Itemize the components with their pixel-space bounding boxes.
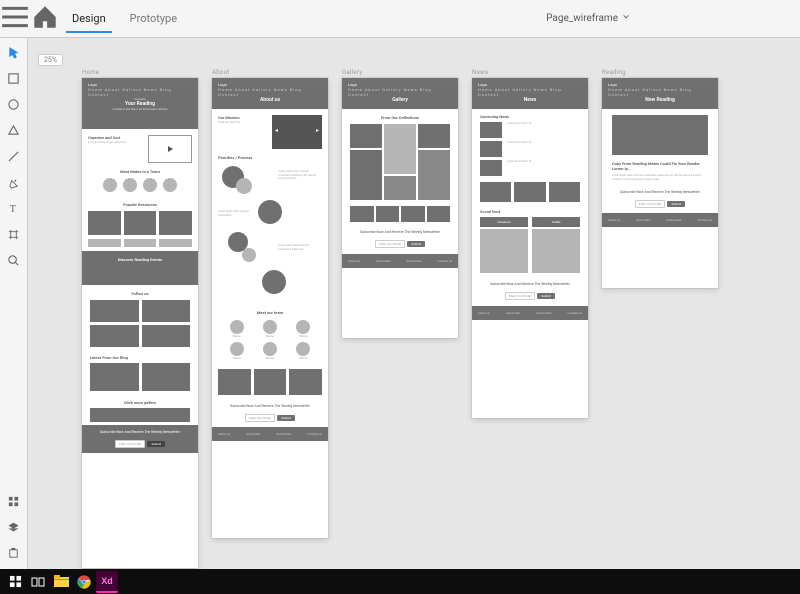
wf-article-image [612, 115, 708, 155]
wf-masonry [342, 120, 458, 204]
wf-subscribe: Subscribe Now And Receive The Weekly New… [82, 425, 198, 453]
select-tool-icon[interactable] [6, 44, 22, 60]
artboard-label: Gallery [342, 69, 362, 76]
artboard-home[interactable]: Home LogoHome About Gallery News Blog Co… [82, 78, 198, 568]
wf-email-input: Enter Your Email [115, 440, 145, 448]
wf-banner: Discover Reading Events [82, 251, 198, 285]
wf-slider: ◂ ▸ [272, 115, 322, 149]
adobe-xd-icon[interactable]: Xd [96, 571, 118, 593]
wf-cards [82, 207, 198, 239]
document-name-picker[interactable]: Page_wireframe [546, 13, 630, 24]
artboard-label: Home [82, 69, 99, 76]
tab-design[interactable]: Design [60, 0, 118, 38]
wf-footer: About usQuick linksSocial linksContact u… [212, 427, 328, 441]
layers-panel-icon[interactable] [6, 519, 22, 535]
text-tool-icon[interactable]: T [6, 200, 22, 216]
artboard-reading[interactable]: Reading LogoHome About Gallery News Blog… [602, 78, 718, 288]
artboard-news[interactable]: News LogoHome About Gallery News Blog Co… [472, 78, 588, 418]
artboard-tool-icon[interactable] [6, 226, 22, 242]
document-name: Page_wireframe [546, 13, 618, 24]
zoom-level-badge[interactable]: 25% [38, 54, 63, 66]
wf-submit-button: Submit [147, 441, 164, 447]
wf-circles: Lorem ipsum dolor sit amet, consectetur … [212, 160, 328, 310]
polygon-tool-icon[interactable] [6, 122, 22, 138]
artboard-label: About [212, 69, 229, 76]
wf-team-row [82, 174, 198, 196]
line-tool-icon[interactable] [6, 148, 22, 164]
file-explorer-icon[interactable] [50, 571, 72, 593]
home-icon[interactable] [30, 2, 60, 35]
design-canvas[interactable]: 25% Home LogoHome About Gallery News Blo… [28, 38, 800, 569]
wf-subscribe: Subscribe Now And Receive The Weekly New… [212, 399, 328, 427]
wf-section: Organize and Sort your growing book coll… [82, 129, 198, 169]
artboard-label: Reading [602, 69, 626, 76]
rectangle-tool-icon[interactable] [6, 70, 22, 86]
wf-video-placeholder [148, 135, 192, 163]
artboard-gallery[interactable]: Gallery LogoHome About Gallery News Blog… [342, 78, 458, 338]
artboard-label: News [472, 69, 488, 76]
artboard-about[interactable]: About LogoHome About Gallery News Blog C… [212, 78, 328, 538]
wf-grid [82, 296, 198, 351]
ellipse-tool-icon[interactable] [6, 96, 22, 112]
chevron-down-icon [622, 13, 630, 24]
chrome-icon[interactable] [73, 571, 95, 593]
task-view-icon[interactable] [27, 571, 49, 593]
zoom-tool-icon[interactable] [6, 252, 22, 268]
windows-start-icon[interactable] [4, 571, 26, 593]
windows-taskbar: Xd [0, 569, 800, 594]
wf-heading: Click more gallery [82, 400, 198, 405]
wf-navbar: LogoHome About Gallery News Blog Contact [82, 78, 198, 87]
tools-sidebar: T [0, 38, 28, 569]
pen-tool-icon[interactable] [6, 174, 22, 190]
assets-panel-icon[interactable] [6, 493, 22, 509]
svg-text:T: T [10, 204, 17, 215]
hamburger-icon[interactable] [0, 2, 30, 36]
tab-prototype[interactable]: Prototype [118, 0, 189, 38]
app-topbar: Design Prototype Page_wireframe [0, 0, 800, 38]
plugins-panel-icon[interactable] [6, 545, 22, 561]
